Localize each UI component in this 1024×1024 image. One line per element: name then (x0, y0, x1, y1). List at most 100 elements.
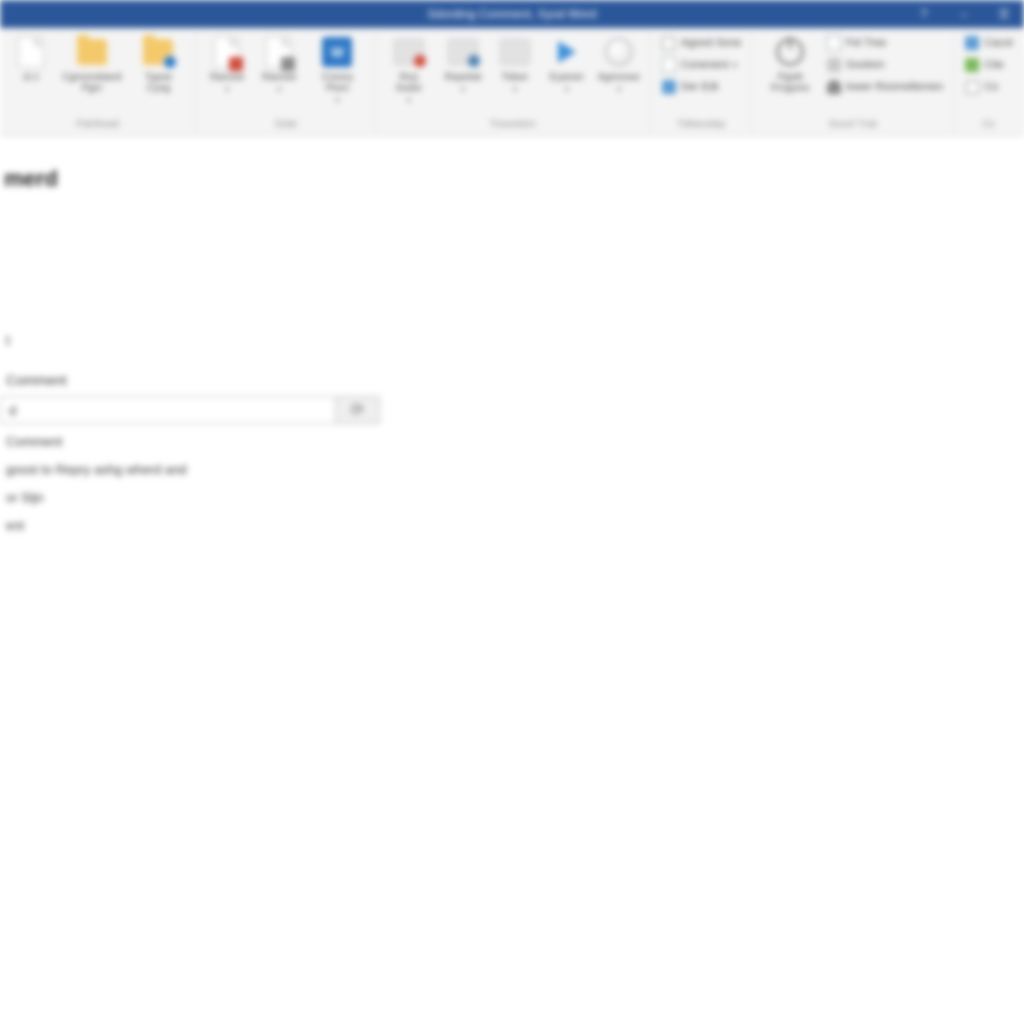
ribbon-small-button[interactable]: Der Edt (657, 76, 722, 98)
chevron-down-icon: ▾ (461, 85, 465, 94)
gray-icon (826, 57, 842, 73)
ribbon-group-label: Sslat (274, 119, 296, 132)
chevron-down-icon: ▾ (513, 85, 517, 94)
folder-badge-icon (140, 34, 176, 70)
green-icon (964, 57, 980, 73)
person-icon (826, 79, 842, 95)
ribbon-button[interactable]: Repetial ▾ (438, 32, 488, 105)
ribbon-button[interactable]: Tidser ▾ (490, 32, 540, 105)
titlebar: Sdording Comment, Xyod Word ? – ☰ (0, 0, 1024, 28)
ribbon-button-label: Typoe Cyog (134, 72, 184, 94)
ribbon-button-label: Repetial (445, 72, 482, 83)
body-text: t (0, 332, 1024, 348)
combo-refresh-button[interactable]: ⟳ (336, 396, 380, 424)
ribbon-small-label: Agood Sone (681, 37, 742, 49)
ribbon-small-button[interactable]: Cacot (960, 32, 1017, 54)
ribbon-small-label: lower Roomellemen (846, 81, 943, 93)
window-controls: ? – ☰ (904, 0, 1024, 28)
ribbon-group: st n Cgmonsband Pgm Typoe Cyog Pairthead (0, 32, 196, 132)
ribbon-small-button[interactable]: Fel Tree (822, 32, 890, 54)
checkbox-icon (964, 79, 980, 95)
ribbon-button[interactable]: Pgstit Progrere (758, 32, 822, 98)
ribbon-small-label: Ctie (984, 59, 1004, 71)
ribbon-group: Rorj Sodor▾Repetial▾Tidser▾Eyamer▾Agmoos… (376, 32, 651, 132)
ribbon-group-label: Travestion (490, 119, 536, 132)
help-button[interactable]: ? (904, 0, 944, 28)
ribbon-button-label: Pgstit Progrere (764, 72, 816, 94)
ribbon-group-label: Soont Tvat (829, 119, 877, 132)
blue-square-icon: W (319, 34, 355, 70)
box-red-icon (391, 34, 427, 70)
minimize-button[interactable]: – (944, 0, 984, 28)
ribbon-small-button[interactable]: Ctie (960, 54, 1008, 76)
ribbon-small-button[interactable]: Agood Sone (657, 32, 746, 54)
body-text: or Stjn (0, 488, 1024, 508)
folder-icon (74, 34, 110, 70)
ribbon-group-label: Pairthead (76, 119, 119, 132)
document-icon (661, 57, 677, 73)
ribbon-button-label: Cresny Ptom (312, 72, 362, 94)
ribbon-small-label: Goolom (846, 59, 885, 71)
ribbon-button[interactable]: Ranose ▾ (254, 32, 304, 105)
combo-field: ⟳ (0, 396, 380, 424)
ribbon: st n Cgmonsband Pgm Typoe Cyog Pairthead Ran… (0, 28, 1024, 136)
blue-icon (661, 79, 677, 95)
ribbon-button-label: Agmoose (598, 72, 640, 83)
ribbon-small-label: Conenent (681, 59, 729, 71)
ribbon-button[interactable]: Rorj Sodor ▾ (382, 32, 436, 105)
ribbon-button[interactable]: Typoe Cyog (128, 32, 190, 94)
ribbon-button-label: Tidser (501, 72, 528, 83)
ribbon-button[interactable]: Eyamer ▾ (542, 32, 592, 105)
combo-input[interactable] (0, 396, 336, 424)
body-text: ent (0, 516, 1024, 536)
chevron-down-icon: ▾ (277, 85, 281, 94)
ribbon-button-label: Rorj Sodor (388, 72, 430, 94)
document-icon (826, 35, 842, 51)
ribbon-button[interactable]: Agmoose ▾ (594, 32, 644, 105)
ribbon-button-label: Ranose (210, 72, 244, 83)
ribbon-small-button[interactable]: Goolom (822, 54, 889, 76)
page-heading: merd (0, 166, 1024, 192)
ribbon-button-label: Eyamer (550, 72, 584, 83)
ribbon-button[interactable]: Ranose ▾ (202, 32, 252, 105)
menu-button[interactable]: ☰ (984, 0, 1024, 28)
body-text: Comment (0, 372, 1024, 388)
box-dot-icon (445, 34, 481, 70)
checkbox-icon (661, 35, 677, 51)
chevron-down-icon: ▾ (565, 85, 569, 94)
globe-icon (601, 34, 637, 70)
refresh-icon: ⟳ (351, 400, 364, 420)
page-gray-icon (261, 34, 297, 70)
ribbon-group-label: Tditansday (677, 119, 726, 132)
ribbon-group: Ranose ▾ Ranose ▾ WCresny Ptom ▾ Sslat (196, 32, 375, 132)
ribbon-button[interactable]: Cgmonsband Pgm (58, 32, 126, 94)
document-area: merd t Comment ⟳ Comment goost to Repry … (0, 136, 1024, 536)
ribbon-button-label: Ranose (262, 72, 296, 83)
ribbon-button-label: st n (23, 72, 39, 83)
power-icon (772, 34, 808, 70)
page-icon (13, 34, 49, 70)
ribbon-small-label: Fel Tree (846, 37, 886, 49)
ribbon-small-label: Cacot (984, 37, 1013, 49)
body-text: Comment (0, 432, 1024, 452)
chevron-down-icon: ▾ (407, 96, 411, 105)
ribbon-small-label: Der Edt (681, 81, 718, 93)
ribbon-small-label: Co (984, 81, 998, 93)
page-red-icon (209, 34, 245, 70)
window-title: Sdording Comment, Xyod Word (427, 7, 596, 21)
ribbon-button-label: Cgmonsband Pgm (62, 72, 121, 94)
chevron-down-icon: ▾ (733, 60, 738, 71)
ribbon-button[interactable]: WCresny Ptom ▾ (306, 32, 368, 105)
play-icon (549, 34, 585, 70)
ribbon-small-button[interactable]: Conenent ▾ (657, 54, 741, 76)
chevron-down-icon: ▾ (225, 85, 229, 94)
chevron-down-icon: ▾ (335, 96, 339, 105)
ribbon-small-button[interactable]: Co (960, 76, 1002, 98)
body-text: goost to Repry ashg wherd and (0, 460, 1024, 480)
ribbon-group: CacotCtieCoCo (954, 32, 1024, 132)
ribbon-group: Pgstit Progrere Fel Tree Goolom lower Roome… (752, 32, 954, 132)
ribbon-button[interactable]: st n (6, 32, 56, 94)
chevron-down-icon: ▾ (617, 85, 621, 94)
blue-icon (964, 35, 980, 51)
ribbon-small-button[interactable]: lower Roomellemen (822, 76, 947, 98)
